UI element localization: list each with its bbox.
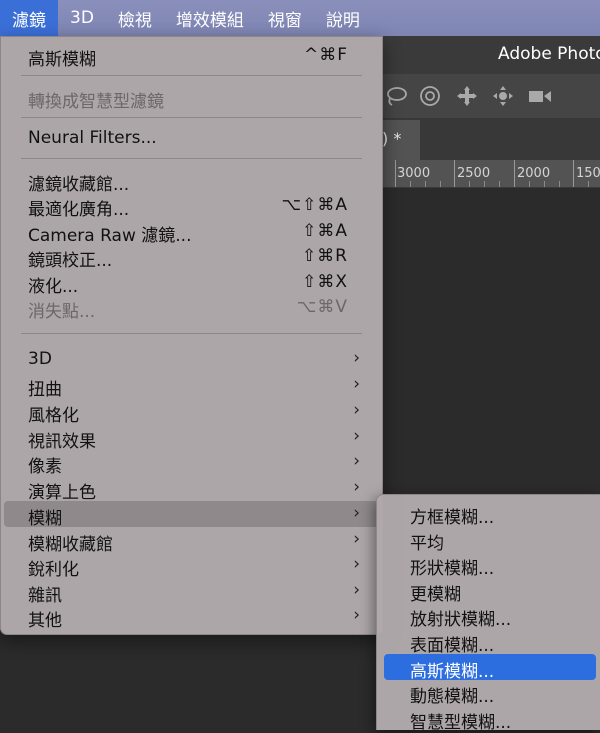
submenu-item-shape-blur[interactable]: 形狀模糊... bbox=[377, 551, 599, 579]
ruler-minor-tick bbox=[425, 181, 426, 187]
pan-3d-icon[interactable] bbox=[455, 84, 479, 108]
horizontal-ruler: 3000 2500 2000 1500 bbox=[380, 160, 600, 188]
blur-submenu: 方框模糊... 平均 形狀模糊... 更模糊 放射狀模糊... 表面模糊... … bbox=[376, 494, 600, 733]
menu-item-noise[interactable]: 雜訊 › bbox=[1, 578, 382, 606]
menu-item-sharpen[interactable]: 銳利化 › bbox=[1, 552, 382, 580]
ruler-minor-tick bbox=[440, 181, 441, 187]
submenu-item-box-blur[interactable]: 方框模糊... bbox=[377, 500, 599, 528]
chevron-right-icon: › bbox=[353, 605, 360, 625]
orbit-3d-icon[interactable] bbox=[418, 84, 442, 108]
menu-item-other[interactable]: 其他 › bbox=[1, 603, 382, 631]
menu-item-last-filter[interactable]: 高斯模糊 ^⌘F bbox=[1, 42, 382, 70]
menu-filter[interactable]: 濾鏡 bbox=[0, 0, 58, 36]
video-camera-icon[interactable] bbox=[527, 84, 551, 108]
chevron-right-icon: › bbox=[353, 477, 360, 497]
menu-item-vanishing-point: 消失點... ⌥⌘V bbox=[28, 297, 348, 322]
ruler-minor-tick bbox=[469, 181, 470, 187]
shortcut: ^⌘F bbox=[303, 45, 348, 65]
menu-item-3d[interactable]: 3D › bbox=[1, 346, 382, 372]
chevron-right-icon: › bbox=[353, 580, 360, 600]
ruler-tick bbox=[573, 160, 574, 187]
ruler-minor-tick bbox=[484, 181, 485, 187]
menu-item-video[interactable]: 視訊效果 › bbox=[1, 424, 382, 452]
ruler-tick bbox=[514, 160, 515, 187]
menu-item-lens-correction[interactable]: 鏡頭校正... ⇧⌘R bbox=[1, 243, 382, 271]
ruler-tick bbox=[454, 160, 455, 187]
menu-separator bbox=[21, 117, 362, 118]
filter-menu: 高斯模糊 ^⌘F 轉換成智慧型濾鏡 Neural Filters... 濾鏡收藏… bbox=[0, 36, 383, 635]
submenu-item-radial-blur[interactable]: 放射狀模糊... bbox=[377, 602, 599, 630]
app-title: Adobe Photo bbox=[498, 44, 600, 64]
chevron-right-icon: › bbox=[353, 503, 360, 523]
shortcut: ⌥⌘V bbox=[296, 297, 348, 317]
ruler-label: 1500 bbox=[576, 166, 600, 181]
document-tab[interactable]: ) * bbox=[380, 120, 420, 160]
shortcut: ⇧⌘X bbox=[302, 272, 348, 292]
lasso-icon[interactable] bbox=[384, 84, 408, 108]
slide-3d-icon[interactable] bbox=[491, 84, 515, 108]
chevron-right-icon: › bbox=[353, 348, 360, 368]
chevron-right-icon: › bbox=[353, 451, 360, 471]
menu-window[interactable]: 視窗 bbox=[256, 0, 314, 36]
ruler-minor-tick bbox=[559, 181, 560, 187]
ruler-label: 2500 bbox=[457, 166, 491, 181]
menu-3d[interactable]: 3D bbox=[58, 0, 106, 36]
submenu-item-surface-blur[interactable]: 表面模糊... bbox=[377, 628, 599, 656]
ruler-label: 3000 bbox=[397, 166, 431, 181]
menu-item-blur[interactable]: 模糊 › bbox=[4, 501, 379, 529]
menu-item-liquify[interactable]: 液化... ⇧⌘X bbox=[1, 269, 382, 297]
menu-item-render[interactable]: 演算上色 › bbox=[1, 475, 382, 503]
chevron-right-icon: › bbox=[353, 554, 360, 574]
menu-separator bbox=[21, 75, 362, 76]
menu-item-stylize[interactable]: 風格化 › bbox=[1, 398, 382, 426]
menu-item-filter-gallery[interactable]: 濾鏡收藏館... bbox=[1, 167, 382, 195]
menu-help[interactable]: 說明 bbox=[314, 0, 372, 36]
menu-item-camera-raw[interactable]: Camera Raw 濾鏡... ⇧⌘A bbox=[1, 218, 382, 246]
chevron-right-icon: › bbox=[353, 374, 360, 394]
submenu-item-average[interactable]: 平均 bbox=[377, 526, 599, 554]
submenu-item-smart-blur[interactable]: 智慧型模糊... bbox=[377, 705, 599, 733]
menu-separator bbox=[21, 158, 362, 159]
menu-plugins[interactable]: 增效模組 bbox=[164, 0, 256, 36]
app-title-bar: Adobe Photo bbox=[380, 36, 600, 74]
ruler-minor-tick bbox=[499, 181, 500, 187]
submenu-item-gaussian-blur[interactable]: 高斯模糊... bbox=[384, 654, 596, 682]
menu-bar: 濾鏡 3D 檢視 增效模組 視窗 說明 bbox=[0, 0, 600, 36]
menu-item-neural-filters[interactable]: Neural Filters... bbox=[1, 125, 382, 151]
document-tab-bar: ) * bbox=[380, 118, 600, 160]
menu-item-blur-gallery[interactable]: 模糊收藏館 › bbox=[1, 527, 382, 555]
menu-item-convert-smart-filters: 轉換成智慧型濾鏡 bbox=[28, 92, 164, 112]
ruler-tick bbox=[395, 160, 396, 187]
ruler-minor-tick bbox=[529, 181, 530, 187]
chevron-right-icon: › bbox=[353, 400, 360, 420]
shortcut: ⌥⇧⌘A bbox=[281, 195, 348, 215]
shortcut: ⇧⌘R bbox=[301, 246, 348, 266]
submenu-item-motion-blur[interactable]: 動態模糊... bbox=[377, 679, 599, 707]
chevron-right-icon: › bbox=[353, 529, 360, 549]
menu-item-distort[interactable]: 扭曲 › bbox=[1, 372, 382, 400]
chevron-right-icon: › bbox=[353, 426, 360, 446]
ruler-minor-tick bbox=[544, 181, 545, 187]
ruler-minor-tick bbox=[410, 181, 411, 187]
ruler-label: 2000 bbox=[517, 166, 551, 181]
shortcut: ⇧⌘A bbox=[302, 221, 348, 241]
menu-view[interactable]: 檢視 bbox=[106, 0, 164, 36]
menu-separator bbox=[21, 333, 362, 334]
options-toolbar bbox=[380, 74, 600, 119]
menu-item-adaptive-wide-angle[interactable]: 最適化廣角... ⌥⇧⌘A bbox=[1, 192, 382, 220]
submenu-item-blur-more[interactable]: 更模糊 bbox=[377, 577, 599, 605]
ruler-minor-tick bbox=[588, 181, 589, 187]
menu-item-pixelate[interactable]: 像素 › bbox=[1, 449, 382, 477]
